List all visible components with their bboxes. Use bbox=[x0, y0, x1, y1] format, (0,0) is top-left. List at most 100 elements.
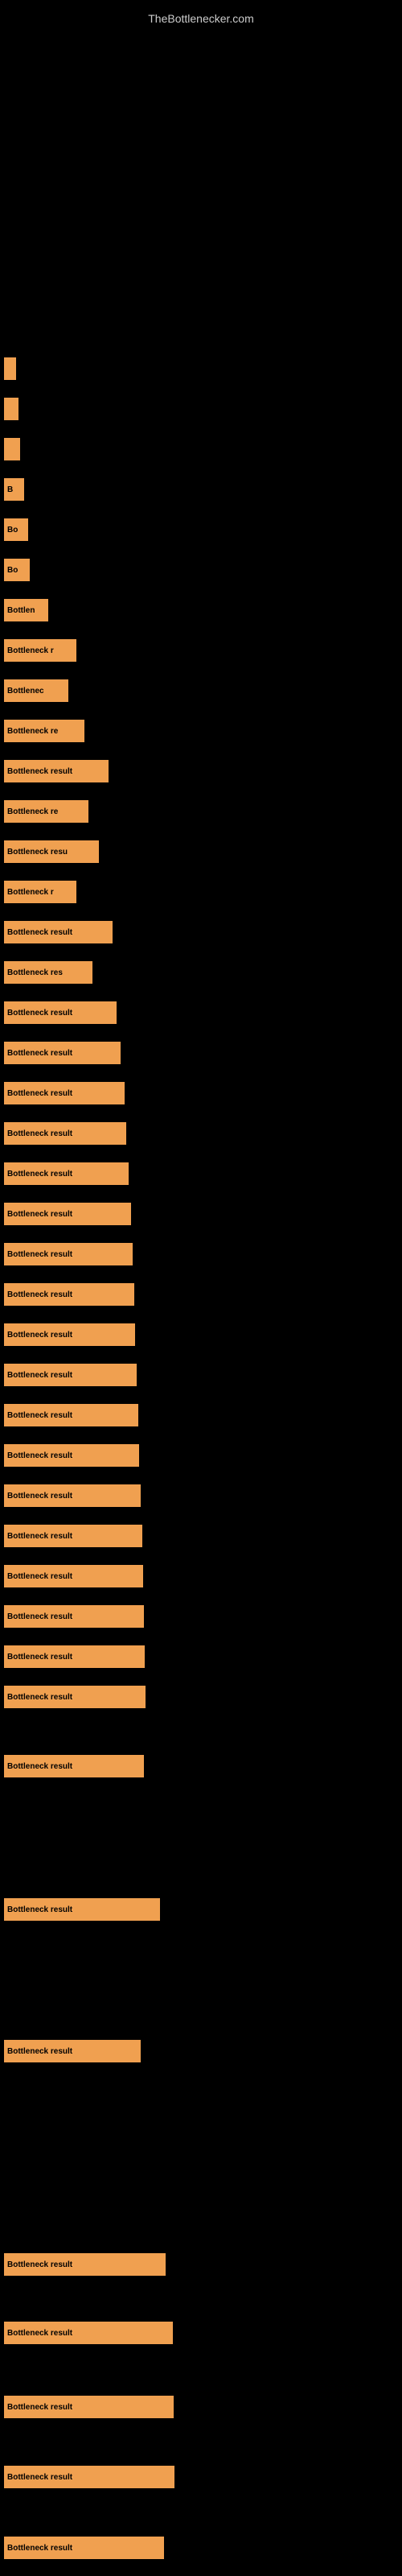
bar-label: Bottleneck result bbox=[7, 1411, 72, 1420]
bar-row bbox=[0, 435, 402, 464]
result-bar[interactable]: Bottleneck re bbox=[4, 720, 84, 742]
result-bar[interactable] bbox=[4, 357, 16, 380]
bar-row: Bottleneck result bbox=[0, 1240, 402, 1269]
result-bar[interactable]: Bottleneck res bbox=[4, 961, 92, 984]
result-bar[interactable]: B bbox=[4, 478, 24, 501]
result-bar[interactable]: Bottleneck result bbox=[4, 2466, 174, 2488]
bar-row: Bottleneck result bbox=[0, 1320, 402, 1349]
result-bar[interactable]: Bottleneck result bbox=[4, 1525, 142, 1547]
bar-label: Bottleneck result bbox=[7, 1009, 72, 1018]
bar-label: Bottlen bbox=[7, 606, 35, 615]
result-bar[interactable]: Bottleneck r bbox=[4, 881, 76, 903]
bar-label: Bottleneck result bbox=[7, 1762, 72, 1771]
bar-label: Bottleneck result bbox=[7, 1612, 72, 1621]
bar-row: Bottleneck result bbox=[0, 1562, 402, 1591]
bar-label: Bottleneck result bbox=[7, 1653, 72, 1662]
result-bar[interactable]: Bottlenec bbox=[4, 679, 68, 702]
result-bar[interactable]: Bottleneck result bbox=[4, 1755, 144, 1777]
result-bar[interactable]: Bottleneck result bbox=[4, 1404, 138, 1426]
bar-label: Bottleneck result bbox=[7, 1371, 72, 1380]
bar-row: Bottlenec bbox=[0, 676, 402, 705]
bar-row: Bottleneck result bbox=[0, 1682, 402, 1711]
bar-row: Bo bbox=[0, 515, 402, 544]
result-bar[interactable]: Bottleneck result bbox=[4, 760, 109, 782]
bar-row: Bottleneck result bbox=[0, 2318, 402, 2347]
result-bar[interactable]: Bottleneck resu bbox=[4, 840, 99, 863]
bar-label: Bottleneck r bbox=[7, 888, 54, 897]
bar-label: Bottleneck res bbox=[7, 968, 63, 977]
bar-row bbox=[0, 354, 402, 383]
bar-row: Bottleneck result bbox=[0, 918, 402, 947]
bar-label: Bottleneck result bbox=[7, 1170, 72, 1179]
site-title: TheBottlenecker.com bbox=[0, 4, 402, 29]
bar-label: Bo bbox=[7, 566, 18, 575]
result-bar[interactable]: Bottleneck result bbox=[4, 1243, 133, 1265]
bar-row: B bbox=[0, 475, 402, 504]
result-bar[interactable]: Bottleneck result bbox=[4, 2396, 174, 2418]
result-bar[interactable] bbox=[4, 398, 18, 420]
bar-row: Bottleneck result bbox=[0, 1119, 402, 1148]
result-bar[interactable]: Bottleneck result bbox=[4, 2322, 173, 2344]
result-bar[interactable]: Bottleneck result bbox=[4, 1605, 144, 1628]
result-bar[interactable]: Bottleneck result bbox=[4, 1565, 143, 1587]
result-bar[interactable]: Bottleneck re bbox=[4, 800, 88, 823]
bar-label: Bottleneck result bbox=[7, 1572, 72, 1581]
bar-label: Bottleneck result bbox=[7, 1492, 72, 1501]
bar-row: Bottleneck re bbox=[0, 716, 402, 745]
result-bar[interactable]: Bottleneck result bbox=[4, 1323, 135, 1346]
bar-row: Bottleneck res bbox=[0, 958, 402, 987]
bar-row: Bottleneck result bbox=[0, 1199, 402, 1228]
bar-row: Bottleneck result bbox=[0, 1481, 402, 1510]
bar-label: Bottleneck result bbox=[7, 2329, 72, 2338]
result-bar[interactable]: Bottleneck result bbox=[4, 1001, 117, 1024]
bar-row bbox=[0, 394, 402, 423]
result-bar[interactable]: Bottleneck result bbox=[4, 1444, 139, 1467]
bar-row: Bottlen bbox=[0, 596, 402, 625]
result-bar[interactable]: Bottleneck result bbox=[4, 1162, 129, 1185]
bar-label: Bottleneck result bbox=[7, 1049, 72, 1058]
result-bar[interactable]: Bottleneck result bbox=[4, 2040, 141, 2062]
bar-label: Bottleneck result bbox=[7, 767, 72, 776]
result-bar[interactable]: Bottleneck result bbox=[4, 1283, 134, 1306]
result-bar[interactable]: Bo bbox=[4, 559, 30, 581]
bar-label: Bottleneck result bbox=[7, 2047, 72, 2056]
result-bar[interactable]: Bottleneck result bbox=[4, 1364, 137, 1386]
result-bar[interactable]: Bottleneck result bbox=[4, 921, 113, 943]
result-bar[interactable]: Bottleneck result bbox=[4, 1484, 141, 1507]
bar-row: Bottleneck result bbox=[0, 1895, 402, 1924]
bar-label: Bottleneck r bbox=[7, 646, 54, 655]
bar-row: Bottleneck re bbox=[0, 797, 402, 826]
result-bar[interactable]: Bottleneck r bbox=[4, 639, 76, 662]
bar-row: Bottleneck result bbox=[0, 1079, 402, 1108]
bar-row: Bo bbox=[0, 555, 402, 584]
bar-label: Bottleneck result bbox=[7, 928, 72, 937]
bar-row: Bottleneck result bbox=[0, 2037, 402, 2066]
bar-row: Bottleneck result bbox=[0, 2392, 402, 2421]
bar-label: Bottleneck result bbox=[7, 2260, 72, 2269]
result-bar[interactable]: Bottleneck result bbox=[4, 2253, 166, 2276]
result-bar[interactable]: Bottleneck result bbox=[4, 2537, 164, 2559]
bar-row: Bottleneck result bbox=[0, 1752, 402, 1781]
result-bar[interactable]: Bottleneck result bbox=[4, 1203, 131, 1225]
bar-label: Bottleneck result bbox=[7, 1693, 72, 1702]
bar-label: Bottleneck resu bbox=[7, 848, 68, 857]
result-bar[interactable]: Bottleneck result bbox=[4, 1082, 125, 1104]
bar-row: Bottleneck result bbox=[0, 1602, 402, 1631]
result-bar[interactable]: Bottleneck result bbox=[4, 1645, 145, 1668]
result-bar[interactable]: Bottlen bbox=[4, 599, 48, 621]
bar-label: Bottleneck result bbox=[7, 1451, 72, 1460]
bar-row: Bottleneck result bbox=[0, 2533, 402, 2562]
bar-label: Bottleneck result bbox=[7, 1129, 72, 1138]
result-bar[interactable]: Bottleneck result bbox=[4, 1686, 146, 1708]
result-bar[interactable]: Bottleneck result bbox=[4, 1042, 121, 1064]
result-bar[interactable]: Bottleneck result bbox=[4, 1898, 160, 1921]
bar-label: Bo bbox=[7, 526, 18, 535]
bar-row: Bottleneck result bbox=[0, 2462, 402, 2491]
bar-label: Bottleneck result bbox=[7, 1290, 72, 1299]
bar-label: Bottleneck result bbox=[7, 2544, 72, 2553]
result-bar[interactable]: Bo bbox=[4, 518, 28, 541]
result-bar[interactable] bbox=[4, 438, 20, 460]
bar-row: Bottleneck result bbox=[0, 1521, 402, 1550]
bar-row: Bottleneck result bbox=[0, 757, 402, 786]
result-bar[interactable]: Bottleneck result bbox=[4, 1122, 126, 1145]
